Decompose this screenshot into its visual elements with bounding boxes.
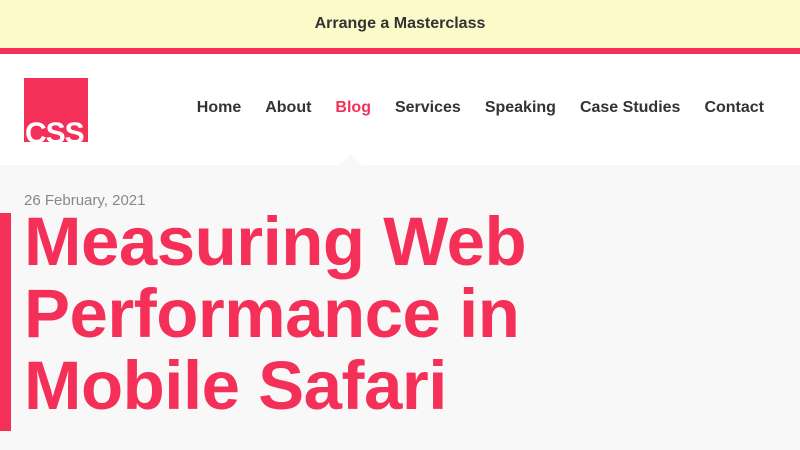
nav-item-case-studies[interactable]: Case Studies — [580, 98, 680, 118]
nav-item-about[interactable]: About — [265, 98, 311, 118]
title-accent-bar — [0, 213, 11, 431]
site-header: CSS Home About Blog Services Speaking Ca… — [0, 54, 800, 165]
site-logo[interactable]: CSS — [24, 78, 88, 142]
nav-item-contact[interactable]: Contact — [704, 98, 764, 118]
nav-item-home[interactable]: Home — [197, 98, 241, 118]
promo-banner: Arrange a Masterclass — [0, 0, 800, 48]
nav-item-speaking[interactable]: Speaking — [485, 98, 556, 118]
logo-text: CSS — [25, 117, 85, 143]
active-nav-pointer — [340, 154, 362, 165]
masterclass-link[interactable]: Arrange a Masterclass — [315, 15, 486, 33]
nav-item-services[interactable]: Services — [395, 98, 461, 118]
nav-item-blog[interactable]: Blog — [335, 98, 371, 118]
main-nav: Home About Blog Services Speaking Case S… — [173, 98, 764, 118]
article-title: Measuring Web Performance in Mobile Safa… — [24, 203, 527, 424]
